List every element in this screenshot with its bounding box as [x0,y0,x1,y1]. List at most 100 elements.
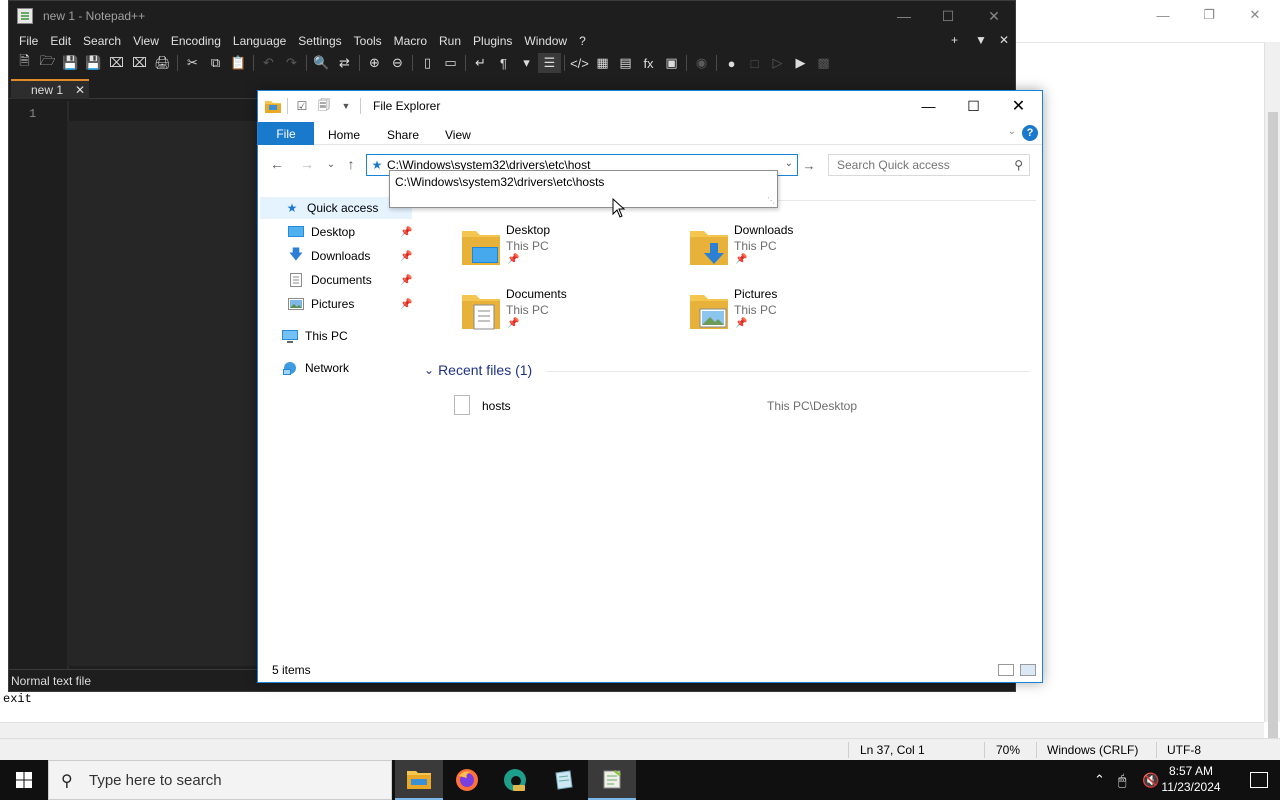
up-icon[interactable]: ↑ [342,155,360,173]
minimize-icon[interactable]: — [1140,0,1186,30]
menu-search[interactable]: Search [77,34,127,48]
close-icon[interactable]: ✕ [971,1,1017,31]
folder-tile-documents[interactable]: Documents This PC 📌 [460,287,660,337]
sidebar-item-network[interactable]: Network [282,357,349,379]
scrollbar-thumb[interactable] [1268,112,1278,742]
cut-icon[interactable]: ✂ [181,53,204,73]
tab-close-icon[interactable]: ✕ [75,83,85,97]
sidebar-item-pictures[interactable]: Pictures [288,293,354,315]
folder-tile-pictures[interactable]: Pictures This PC 📌 [688,287,888,337]
search-box[interactable]: ⚲ [828,154,1030,176]
folder-tile-desktop[interactable]: Desktop This PC 📌 [460,223,660,273]
resize-grip-icon[interactable]: ⋱ [767,196,775,205]
sidebar-item-desktop[interactable]: Desktop [288,221,355,243]
ribbon-tab-share[interactable]: Share [387,124,419,145]
taskbar-search-box[interactable]: ⚲ Type here to search [48,760,392,800]
menu-plugins[interactable]: Plugins [467,34,518,48]
folder-tile-downloads[interactable]: Downloads This PC 📌 [688,223,888,273]
background-vertical-scrollbar[interactable] [1264,42,1280,742]
menu-language[interactable]: Language [227,34,292,48]
maximize-icon[interactable]: ☐ [925,1,971,31]
zoom-out-icon[interactable]: ⊖ [386,53,409,73]
word-wrap-icon[interactable]: ↵ [469,53,492,73]
run-macro-multiple-icon[interactable]: ▶ [789,53,812,73]
menu-tools[interactable]: Tools [348,34,388,48]
details-view-icon[interactable] [998,664,1014,676]
find-icon[interactable]: 🔍 [310,53,333,73]
indent-guide-icon[interactable]: ☰ [538,53,561,73]
minimize-icon[interactable]: — [881,1,927,31]
taskbar-app-edge-dev[interactable] [491,760,539,800]
network-status-icon[interactable]: 🖱 [1118,760,1126,800]
recent-locations-icon[interactable]: ⌄ [322,155,340,173]
tab-list-icon[interactable]: ▼ [975,33,987,47]
save-icon[interactable]: 💾 [59,53,82,73]
redo-icon[interactable]: ↷ [280,53,303,73]
taskbar-app-file-explorer[interactable] [395,760,443,800]
taskbar-app-notepad[interactable] [539,760,587,800]
sync-horizontal-icon[interactable]: ▭ [439,53,462,73]
menu-edit[interactable]: Edit [44,34,77,48]
address-history-dropdown-icon[interactable]: ⌄ [785,158,793,169]
large-icons-view-icon[interactable] [1020,664,1036,676]
folder-workspace-icon[interactable]: ▣ [660,53,683,73]
sidebar-item-documents[interactable]: Documents [288,269,372,291]
show-hidden-icons[interactable]: ⌃ [1094,760,1105,800]
replace-icon[interactable]: ⇄ [333,53,356,73]
taskbar-app-notepadpp[interactable] [588,760,636,800]
menu-window[interactable]: Window [518,34,573,48]
close-file-icon[interactable]: ⌧ [105,53,128,73]
open-file-icon[interactable]: 🗁 [36,53,59,73]
notification-center-icon[interactable] [1250,772,1268,788]
undo-icon[interactable]: ↶ [257,53,280,73]
close-all-icon[interactable]: ⌧ [128,53,151,73]
restore-icon[interactable]: ❐ [1186,0,1232,30]
system-clock[interactable]: 8:57 AM 11/23/2024 [1156,763,1226,795]
menu-view[interactable]: View [127,34,165,48]
add-tab-icon[interactable]: + [951,33,958,47]
ribbon-tab-home[interactable]: Home [328,124,360,145]
function-list-icon[interactable]: fx [637,53,660,73]
start-button[interactable] [0,760,48,800]
ribbon-tab-view[interactable]: View [445,124,471,145]
sync-vertical-icon[interactable]: ▯ [416,53,439,73]
menu-macro[interactable]: Macro [388,34,433,48]
go-arrow-icon[interactable]: → [800,155,818,175]
menu-file[interactable]: File [13,34,44,48]
play-macro-icon[interactable]: ▷ [766,53,789,73]
taskbar-app-firefox[interactable] [443,760,491,800]
menu-settings[interactable]: Settings [292,34,347,48]
background-horizontal-scrollbar[interactable] [0,722,1264,738]
back-icon[interactable]: ← [268,155,286,173]
paste-icon[interactable]: 📋 [227,53,250,73]
record-macro-icon[interactable]: ● [720,53,743,73]
menu-encoding[interactable]: Encoding [165,34,227,48]
minimize-icon[interactable]: — [906,91,951,121]
copy-icon[interactable]: ⧉ [204,53,227,73]
close-icon[interactable]: ✕ [996,91,1041,121]
sidebar-item-downloads[interactable]: 🡇 Downloads [288,245,371,267]
recent-file-row[interactable]: hosts This PC\Desktop [454,395,1014,417]
menu-run[interactable]: Run [433,34,467,48]
properties-icon[interactable]: ☑ [294,98,310,114]
customize-qat-icon[interactable]: ▼ [338,98,354,114]
forward-icon[interactable]: → [298,155,316,173]
show-all-chars-icon[interactable]: ¶ [492,53,515,73]
recent-files-group-header[interactable]: ⌄ Recent files (1) [424,362,532,378]
menu-help[interactable]: ? [573,34,592,48]
zoom-in-icon[interactable]: ⊕ [363,53,386,73]
new-folder-icon[interactable]: 🗐 [316,98,332,114]
sidebar-item-this-pc[interactable]: This PC [282,325,348,347]
expand-ribbon-icon[interactable]: ⌄ [1008,126,1016,137]
editor-area[interactable] [67,121,267,666]
autocomplete-suggestion[interactable]: C:\Windows\system32\drivers\etc\hosts [395,175,604,189]
stop-macro-icon[interactable]: □ [743,53,766,73]
monitoring-icon[interactable]: ◉ [690,53,713,73]
tab-new-1[interactable]: new 1 ✕ [11,79,89,99]
maximize-icon[interactable]: ☐ [951,91,996,121]
help-icon[interactable]: ? [1022,125,1038,141]
doc-list-icon[interactable]: ▤ [614,53,637,73]
save-all-icon[interactable]: 💾 [82,53,105,73]
search-input[interactable] [837,158,1007,172]
new-file-icon[interactable]: 🗎 [13,53,36,73]
